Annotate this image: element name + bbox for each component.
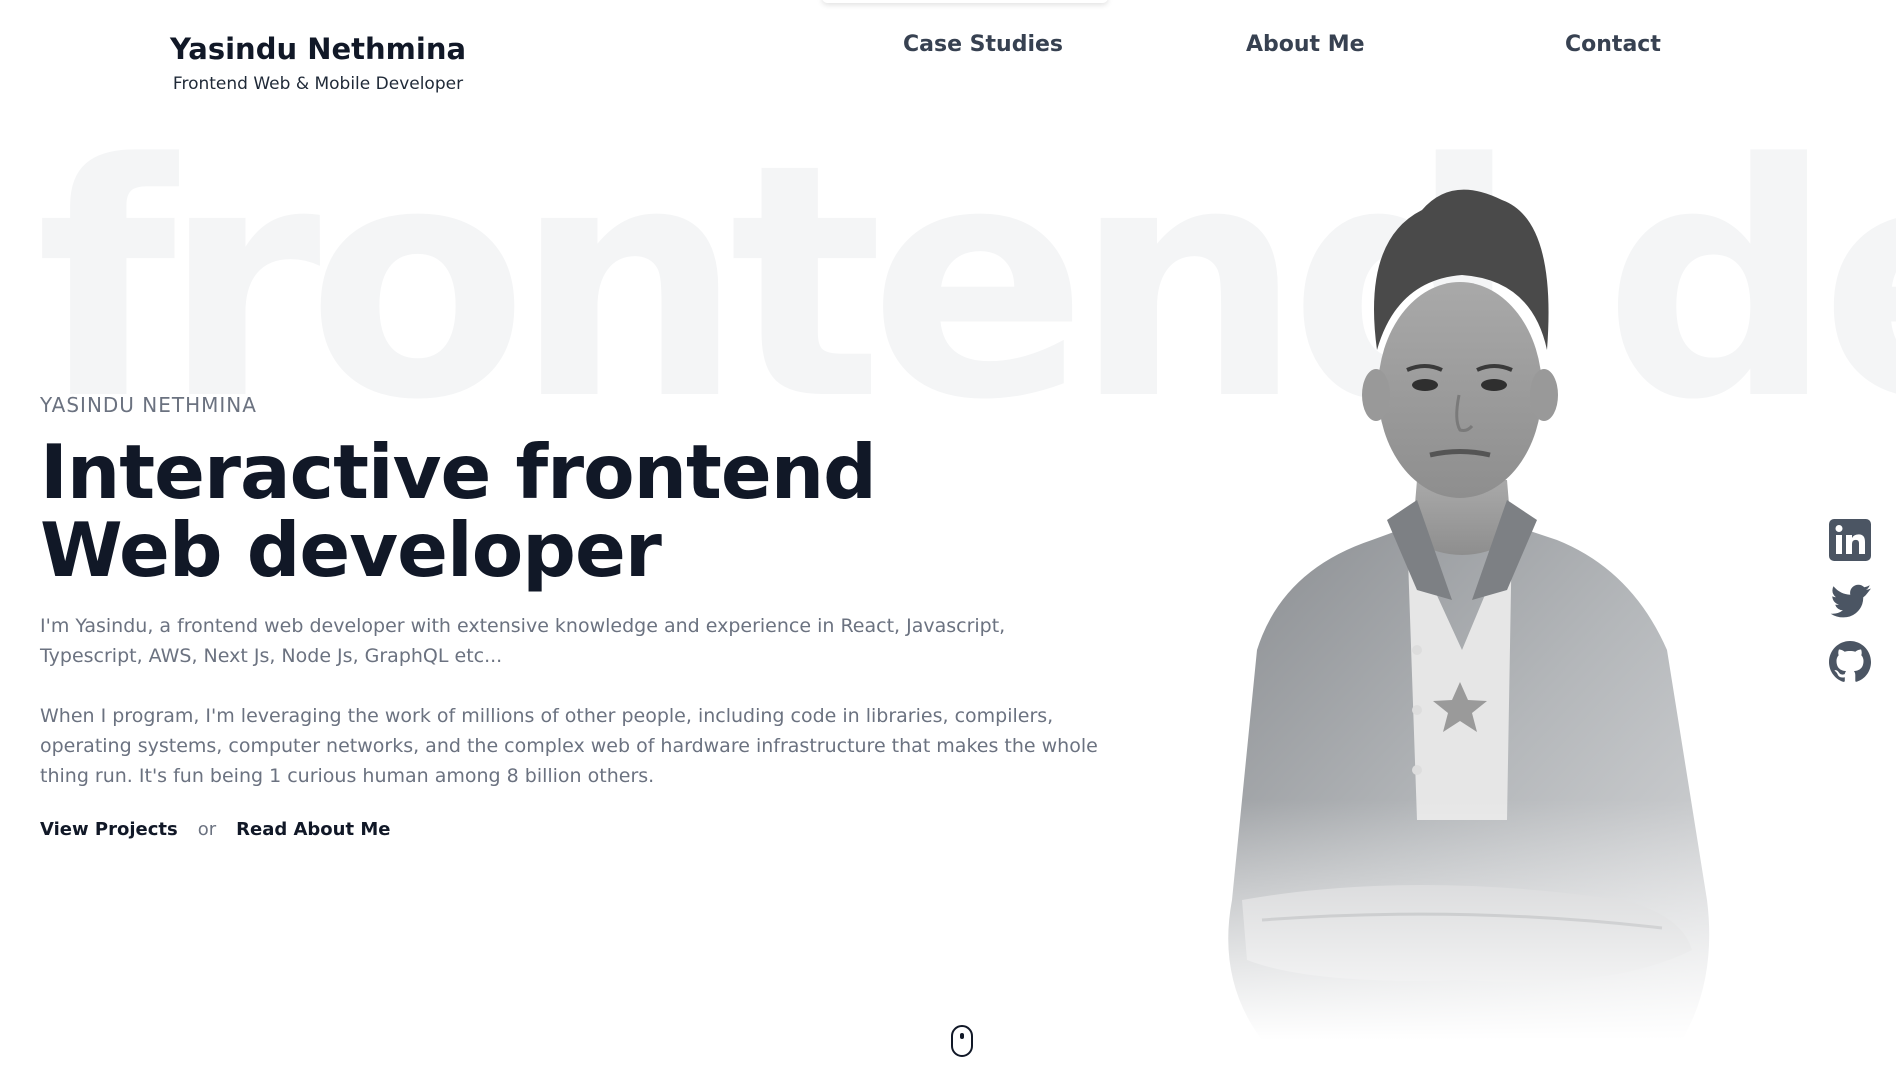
view-projects-link[interactable]: View Projects xyxy=(40,819,178,840)
twitter-link[interactable] xyxy=(1826,577,1874,625)
hero-headline: Interactive frontend Web developer xyxy=(40,433,1120,589)
page: Yasindu Nethmina Frontend Web & Mobile D… xyxy=(0,0,1896,1080)
brand-role: Frontend Web & Mobile Developer xyxy=(172,74,464,94)
mouse-scroll-icon[interactable] xyxy=(951,1025,973,1057)
cta-separator: or xyxy=(197,819,217,840)
hero-intro: I'm Yasindu, a frontend web developer wi… xyxy=(40,615,1006,667)
hero-cta-row: View Projects or Read About Me xyxy=(40,819,1120,840)
nav-contact[interactable]: Contact xyxy=(1565,32,1661,57)
nav-about-me[interactable]: About Me xyxy=(1246,32,1365,57)
nav-case-studies[interactable]: Case Studies xyxy=(903,32,1063,57)
hero-headline-line2: Web developer xyxy=(40,506,662,594)
profile-portrait xyxy=(1162,180,1782,1040)
social-links xyxy=(1826,516,1874,699)
linkedin-link[interactable] xyxy=(1826,516,1874,564)
github-icon xyxy=(1829,641,1871,682)
read-about-me-link[interactable]: Read About Me xyxy=(236,819,390,840)
top-pill-decoration xyxy=(822,0,1108,3)
hero-bio: When I program, I'm leveraging the work … xyxy=(40,705,1098,787)
github-link[interactable] xyxy=(1826,638,1874,686)
linkedin-icon xyxy=(1829,519,1871,561)
hero-eyebrow: YASINDU NETHMINA xyxy=(40,393,257,417)
main-nav: Case Studies About Me Contact xyxy=(0,32,1896,66)
hero-headline-line1: Interactive frontend xyxy=(40,428,877,516)
mouse-wheel xyxy=(960,1033,964,1039)
twitter-icon xyxy=(1830,584,1871,618)
hero-section: YASINDU NETHMINA Interactive frontend We… xyxy=(40,393,1120,840)
